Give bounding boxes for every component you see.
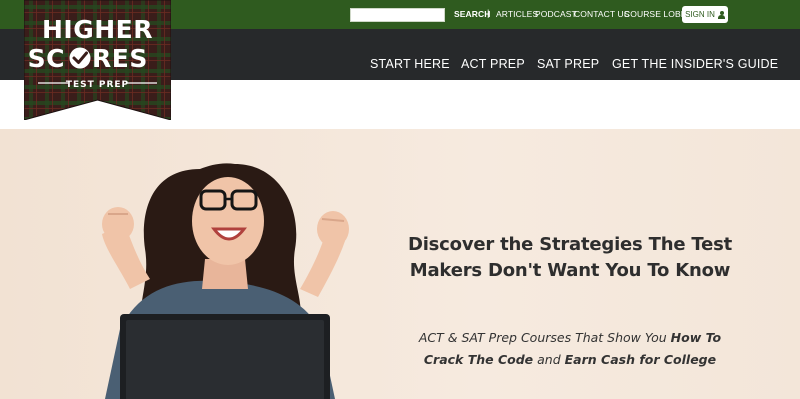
utility-separator: | bbox=[487, 8, 490, 18]
logo-line1: HIGHER bbox=[42, 15, 153, 44]
hero-subheading: ACT & SAT Prep Courses That Show You How… bbox=[400, 327, 740, 371]
site-logo[interactable]: HIGHER SC RES TEST PREP bbox=[23, 0, 172, 121]
hero-photo-woman-laptop bbox=[102, 163, 349, 399]
nav-act-prep[interactable]: ACT PREP bbox=[461, 57, 525, 71]
podcast-link[interactable]: PODCAST bbox=[535, 9, 577, 19]
nav-insiders-guide[interactable]: GET THE INSIDER'S GUIDE bbox=[612, 57, 778, 71]
logo-line2-a: SC bbox=[28, 44, 65, 73]
articles-link[interactable]: ARTICLES bbox=[496, 9, 538, 19]
search-button[interactable]: SEARCH bbox=[454, 9, 491, 19]
logo-tagline: TEST PREP bbox=[66, 80, 129, 90]
hero-sub-emphasis-2: Earn Cash for College bbox=[564, 352, 717, 367]
nav-sat-prep[interactable]: SAT PREP bbox=[537, 57, 599, 71]
hero-sub-text-2: and bbox=[533, 352, 565, 367]
logo-line2-b: RES bbox=[92, 44, 148, 73]
hero-section: Discover the Strategies The Test Makers … bbox=[0, 129, 800, 399]
search-input[interactable] bbox=[350, 8, 445, 22]
contact-us-link[interactable]: CONTACT US bbox=[574, 9, 629, 19]
user-icon bbox=[717, 10, 725, 19]
sign-in-button[interactable]: SIGN IN bbox=[682, 6, 728, 23]
sign-in-label: SIGN IN bbox=[685, 10, 715, 19]
logo-banner: HIGHER SC RES TEST PREP bbox=[23, 0, 172, 121]
checkmark-icon bbox=[69, 47, 91, 69]
hero-heading: Discover the Strategies The Test Makers … bbox=[407, 234, 733, 281]
nav-start-here[interactable]: START HERE bbox=[370, 57, 450, 71]
hero-sub-text-1: ACT & SAT Prep Courses That Show You bbox=[418, 330, 671, 345]
